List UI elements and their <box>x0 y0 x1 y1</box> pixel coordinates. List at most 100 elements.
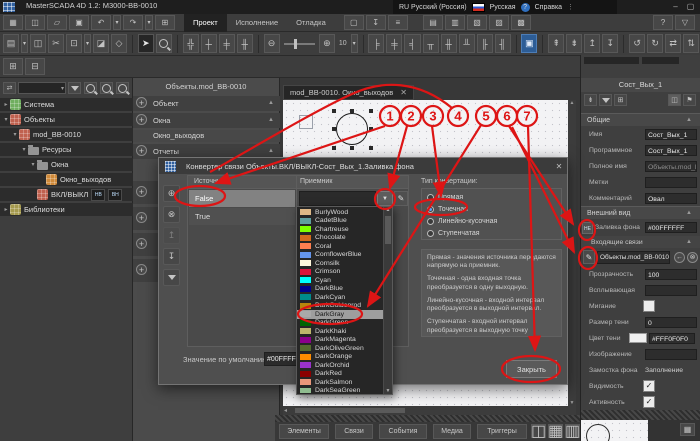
undo-icon[interactable]: ↶ <box>91 15 111 30</box>
color-option-DarkSalmon[interactable]: DarkSalmon <box>297 378 383 387</box>
bottom-tab-Связи[interactable]: Связи <box>335 424 373 439</box>
project-3d-icon[interactable]: ◫ <box>25 15 45 30</box>
redo-menu-icon[interactable]: ▾ <box>145 15 153 30</box>
filter-props-icon[interactable] <box>599 94 612 106</box>
color-option-DarkCyan[interactable]: DarkCyan <box>297 293 383 302</box>
link-paste-icon[interactable]: ◇ <box>111 34 127 53</box>
checkbox[interactable]: ✓ <box>643 396 655 408</box>
help-icon[interactable]: ? <box>521 3 530 12</box>
keyboard-label[interactable]: Русская <box>490 4 516 11</box>
tree-expander-icon[interactable]: ▾ <box>11 131 19 138</box>
source-row-True[interactable]: True <box>189 208 295 225</box>
expand-plus-icon[interactable]: + <box>136 212 147 223</box>
edit-pencil-icon[interactable]: ✎ <box>583 250 595 264</box>
redo-icon[interactable]: ↷ <box>123 15 143 30</box>
collapse-caret-icon[interactable]: ▲ <box>686 210 692 216</box>
search-next-icon[interactable] <box>100 82 113 94</box>
expand-plus-icon[interactable]: + <box>136 186 147 197</box>
view-grid-icon[interactable]: ▦ <box>548 424 563 438</box>
make-same-size-icon[interactable]: ▧ <box>467 15 487 30</box>
align-left-icon[interactable]: ╞ <box>368 34 384 53</box>
align-bottom-icon[interactable]: ╨ <box>459 34 475 53</box>
combo-dropdown-arrow-icon[interactable]: ▼ <box>377 191 393 206</box>
property-value-field[interactable]: Сост_Вых_1 <box>645 129 697 140</box>
language-label[interactable]: RU Русский (Россия) <box>399 4 467 11</box>
collapse-caret-icon[interactable]: ▲ <box>268 96 274 111</box>
rotate-right-icon[interactable]: ↻ <box>647 34 663 53</box>
color-option-DarkGoldenrod[interactable]: DarkGoldenrod <box>297 302 383 311</box>
sync-tree-icon[interactable]: ⇄ <box>3 82 16 94</box>
property-value-field[interactable]: 100 <box>645 269 697 280</box>
color-option-CadetBlue[interactable]: CadetBlue <box>297 217 383 226</box>
expand-plus-icon[interactable]: + <box>136 264 147 275</box>
filter-icon[interactable] <box>68 82 81 94</box>
color-option-DarkGray[interactable]: DarkGray <box>297 310 383 319</box>
expand-plus-icon[interactable]: + <box>136 97 147 108</box>
dialog-title-bar[interactable]: Конвертер связи Объекты.ВКЛ/ВЫКЛ-Сост_Вы… <box>159 158 567 174</box>
tree-expander-icon[interactable]: ▾ <box>2 116 10 123</box>
language-bar[interactable]: RU Русский (Россия) Русская ? Справка ⋮ <box>393 0 617 14</box>
same-height-icon[interactable]: ╢ <box>495 34 511 53</box>
color-option-DarkGreen[interactable]: DarkGreen <box>297 319 383 328</box>
paste-menu-icon[interactable]: ▾ <box>21 34 28 53</box>
zoom-tool-icon[interactable] <box>156 34 172 53</box>
move-down-layer-icon[interactable]: ↧ <box>602 34 618 53</box>
color-option-Chartreuse[interactable]: Chartreuse <box>297 225 383 234</box>
bring-front-icon[interactable]: ⇞ <box>548 34 564 53</box>
radio-Ступенчатая[interactable]: Ступенчатая <box>422 227 561 239</box>
search-input[interactable]: ▾ <box>18 82 66 94</box>
radio-dot-icon[interactable] <box>427 206 434 213</box>
ribbon-tab-Отладка[interactable]: Отладка <box>287 14 335 32</box>
frame-icon[interactable]: ▢ <box>344 15 364 30</box>
pin-icon[interactable]: ⊞ <box>614 94 627 106</box>
distribute-h-icon[interactable]: ▤ <box>423 15 443 30</box>
link-back-icon[interactable]: ← <box>674 252 685 263</box>
align-center-icon[interactable]: ╪ <box>386 34 402 53</box>
selected-ellipse-shape[interactable] <box>334 111 371 148</box>
row-down-icon[interactable]: ↧ <box>163 248 180 265</box>
vertical-scrollbar[interactable]: ▲ ▼ <box>568 100 576 406</box>
panel-splitter-hatch[interactable] <box>581 410 700 420</box>
import-icon[interactable]: ↧ <box>366 15 386 30</box>
bottom-tab-Триггеры[interactable]: Триггеры <box>477 424 527 439</box>
tree-expander-icon[interactable]: ▾ <box>29 161 37 168</box>
flip-v-icon[interactable]: ⇅ <box>683 34 699 53</box>
color-option-DarkMagenta[interactable]: DarkMagenta <box>297 336 383 345</box>
checkbox[interactable] <box>643 300 655 312</box>
open-folder-icon[interactable]: ▱ <box>47 15 67 30</box>
zoom-in-icon[interactable]: ⊕ <box>319 34 335 53</box>
checkbox[interactable]: ✓ <box>643 380 655 392</box>
duplicate-icon[interactable]: ⊡ <box>66 34 82 53</box>
radio-dot-icon[interactable] <box>427 194 434 201</box>
radio-Точечная[interactable]: Точечная <box>422 203 561 215</box>
search-icon[interactable] <box>84 82 97 94</box>
objects-row-Объект[interactable]: +Объект▲ <box>133 96 280 111</box>
color-swatch[interactable] <box>629 333 647 343</box>
sort-rows-icon[interactable] <box>163 269 180 286</box>
color-option-Crimson[interactable]: Crimson <box>297 268 383 277</box>
add-panel-icon[interactable]: ⊞ <box>3 58 23 75</box>
paste-special-icon[interactable]: ◪ <box>93 34 109 53</box>
zoom-slider[interactable] <box>284 43 315 45</box>
property-value-field[interactable] <box>645 285 697 296</box>
fit-content-icon[interactable]: ▩ <box>511 15 531 30</box>
color-option-DarkKhaki[interactable]: DarkKhaki <box>297 327 383 336</box>
panel-tab-stub[interactable] <box>584 57 639 64</box>
properties-grid-icon[interactable]: ▦ <box>3 15 23 30</box>
langbar-menu-icon[interactable]: ⋮ <box>567 3 574 11</box>
zoom-menu-icon[interactable]: ▾ <box>351 34 358 53</box>
color-option-Coral[interactable]: Coral <box>297 242 383 251</box>
grid-frame-icon[interactable]: ╫ <box>237 34 253 53</box>
color-option-BurlyWood[interactable]: BurlyWood <box>297 208 383 217</box>
collapse-caret-icon[interactable]: ▲ <box>268 113 274 128</box>
color-option-DarkOrchid[interactable]: DarkOrchid <box>297 361 383 370</box>
property-value-field[interactable]: #FFF0F0F0 <box>649 333 695 344</box>
property-value-field[interactable]: #00FFFFFF <box>645 222 697 233</box>
property-value-field[interactable] <box>645 177 697 188</box>
source-row-False[interactable]: False <box>189 190 295 207</box>
tree-item-Система[interactable]: ▸Система <box>0 98 133 111</box>
color-option-DarkRed[interactable]: DarkRed <box>297 370 383 379</box>
radio-Прямая[interactable]: Прямая <box>422 191 561 203</box>
tree-expander-icon[interactable]: ▸ <box>2 206 10 213</box>
distribute-v-icon[interactable]: ▥ <box>445 15 465 30</box>
